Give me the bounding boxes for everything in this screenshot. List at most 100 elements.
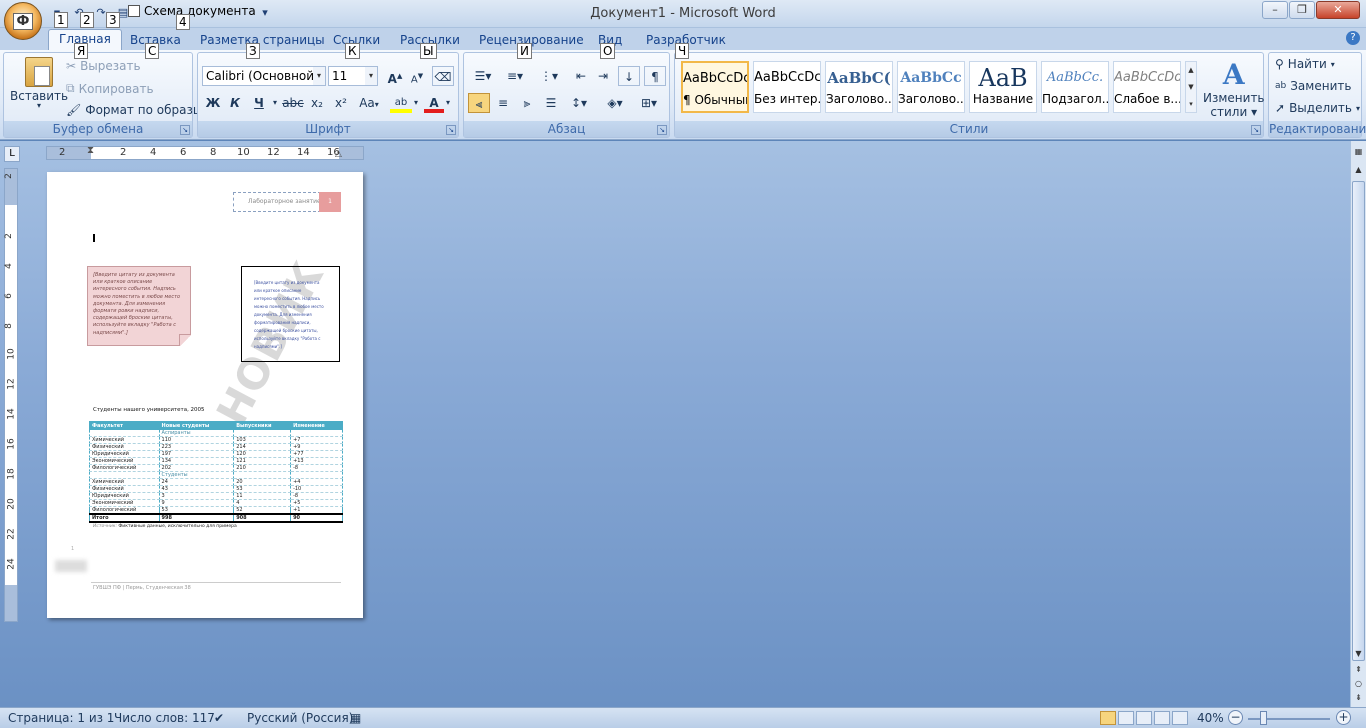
style-no-spacing[interactable]: AaBbCcDc Без интер... [753, 61, 821, 113]
font-size-combo[interactable]: 11 ▾ [328, 66, 378, 86]
zoom-level[interactable]: 40% [1197, 711, 1224, 725]
strikethrough-button[interactable]: abc [282, 93, 304, 113]
shrink-font-button[interactable]: A▼ [406, 66, 428, 86]
highlight-dropdown-icon[interactable]: ▾ [411, 93, 421, 113]
page-header[interactable]: Лабораторное занятие 1 1 [233, 192, 341, 212]
show-marks-button[interactable]: ¶ [644, 66, 666, 86]
style-subtle-emphasis[interactable]: AaBbCcDd Слабое в... [1113, 61, 1181, 113]
qat-keytip-1: 1 [54, 12, 68, 28]
subscript-button[interactable]: x₂ [306, 93, 328, 113]
close-button[interactable]: ✕ [1316, 1, 1360, 19]
shading-button[interactable]: ◈▾ [600, 93, 630, 113]
page-counter[interactable]: Страница: 1 из 1 [8, 711, 114, 725]
select-browse-object-icon[interactable]: ○ [1352, 679, 1365, 693]
style-subtitle[interactable]: AaBbCc. Подзагол... [1041, 61, 1109, 113]
multilevel-list-button[interactable]: ⋮▾ [534, 66, 564, 86]
tab-keytip-mailings: Ы [420, 43, 437, 59]
scrollbar-thumb[interactable] [1352, 181, 1365, 661]
prev-page-icon[interactable]: ⇞ [1352, 665, 1365, 679]
zoom-in-button[interactable]: + [1336, 710, 1351, 725]
align-center-button[interactable]: ≡ [492, 93, 514, 113]
qat-keytip-2: 2 [80, 12, 94, 28]
help-icon[interactable]: ? [1346, 31, 1360, 45]
numbering-button[interactable]: ≡▾ [500, 66, 530, 86]
draft-view-button[interactable] [1172, 711, 1188, 725]
paragraph-launcher-icon[interactable]: ↘ [657, 125, 667, 135]
style-heading-2[interactable]: AaBbCc Заголово... [897, 61, 965, 113]
table-cell: +13 [290, 457, 343, 465]
language-indicator[interactable]: Русский (Россия) [247, 711, 353, 725]
styles-gallery-scroll[interactable]: ▲ ▼ ▾ [1185, 61, 1197, 113]
full-screen-reading-button[interactable] [1118, 711, 1134, 725]
highlight-button[interactable]: ab [390, 93, 412, 113]
copy-button[interactable]: ⧉ Копировать [66, 81, 154, 96]
document-page[interactable]: Лабораторное занятие 1 1 НОВИК [Введите … [47, 172, 363, 618]
zoom-out-button[interactable]: − [1228, 710, 1243, 725]
bold-button[interactable]: Ж [202, 93, 224, 113]
style-normal[interactable]: AaBbCcDc ¶ Обычный [681, 61, 749, 113]
font-name-combo[interactable]: Calibri (Основной те ▾ [202, 66, 326, 86]
replace-button[interactable]: ab Заменить [1275, 79, 1351, 93]
scroll-up-icon[interactable]: ▲ [1352, 165, 1365, 179]
right-indent-marker-icon[interactable]: △ [335, 149, 342, 159]
justify-button[interactable]: ☰ [540, 93, 562, 113]
styles-launcher-icon[interactable]: ↘ [1251, 125, 1261, 135]
word-count[interactable]: Число слов: 117 [114, 711, 215, 725]
bullets-button[interactable]: ☰▾ [468, 66, 498, 86]
italic-button[interactable]: К [224, 93, 246, 113]
font-name-dropdown-icon[interactable]: ▾ [313, 67, 325, 85]
macro-record-icon[interactable]: ▦ [350, 711, 361, 725]
clipboard-launcher-icon[interactable]: ↘ [180, 125, 190, 135]
scissors-icon: ✂ [66, 59, 77, 73]
font-size-dropdown-icon[interactable]: ▾ [365, 67, 377, 85]
find-button[interactable]: ⚲ Найти ▾ [1275, 57, 1335, 71]
format-painter-button[interactable]: 🖌 Формат по образцу [66, 103, 208, 117]
quote-textbox-bordered[interactable]: [Введите цитату из документа или краткое… [241, 266, 340, 362]
style-heading-1[interactable]: AaBbC( Заголово... [825, 61, 893, 113]
tab-selector-button[interactable]: L [4, 146, 20, 162]
grow-font-button[interactable]: A▲ [384, 66, 406, 86]
style-title[interactable]: AaB Название [969, 61, 1037, 113]
clear-format-button[interactable]: ⌫ [432, 66, 454, 86]
font-color-button[interactable]: A [424, 93, 444, 113]
indent-marker-icon[interactable]: ⧗ [87, 145, 94, 156]
zoom-slider-thumb[interactable] [1260, 711, 1267, 725]
tab-page-layout[interactable]: Разметка страницы [200, 31, 325, 50]
vertical-ruler[interactable]: 2 2 4 6 8 10 12 14 16 18 20 22 24 [4, 168, 18, 622]
office-button[interactable]: Ф [4, 2, 42, 40]
outline-view-button[interactable] [1154, 711, 1170, 725]
next-page-icon[interactable]: ⇟ [1352, 693, 1365, 707]
ruler-v-tick: 2 [3, 233, 14, 239]
table-row: Юридический 3 11 -8 [89, 492, 343, 500]
paste-button[interactable]: Вставить ▾ [10, 57, 68, 110]
cut-button[interactable]: ✂ Вырезать [66, 59, 141, 73]
line-spacing-button[interactable]: ↕▾ [566, 93, 592, 113]
font-launcher-icon[interactable]: ↘ [446, 125, 456, 135]
align-right-button[interactable]: ⫸ [516, 93, 538, 113]
decrease-indent-button[interactable]: ⇤ [570, 66, 592, 86]
minimize-button[interactable]: – [1262, 1, 1288, 19]
view-ruler-icon[interactable]: ▦ [1352, 147, 1365, 161]
print-layout-view-button[interactable] [1100, 711, 1116, 725]
horizontal-ruler[interactable]: 2 2 4 6 8 10 12 14 16 ⧗ △ [46, 145, 364, 160]
font-color-dropdown-icon[interactable]: ▾ [443, 93, 453, 113]
quote-textbox-pink[interactable]: [Введите цитату из документа или краткое… [87, 266, 191, 346]
table-cell: +7 [290, 436, 343, 444]
table-cell: 90 [290, 513, 343, 523]
scroll-down-icon[interactable]: ▼ [1352, 649, 1365, 663]
maximize-button[interactable]: ❐ [1289, 1, 1315, 19]
students-table[interactable]: Факультет Новые студенты Выпускники Изме… [89, 421, 343, 523]
superscript-button[interactable]: x² [330, 93, 352, 113]
web-layout-button[interactable] [1136, 711, 1152, 725]
select-button[interactable]: ➚ Выделить ▾ [1275, 101, 1360, 115]
spellcheck-icon[interactable]: ✔ [214, 711, 224, 725]
sort-button[interactable]: ↓ [618, 66, 640, 86]
increase-indent-button[interactable]: ⇥ [592, 66, 614, 86]
change-case-button[interactable]: Aa▾ [356, 93, 382, 113]
align-left-button[interactable]: ⫷ [468, 93, 490, 113]
borders-button[interactable]: ⊞▾ [634, 93, 664, 113]
ruler-h-tick: 4 [150, 147, 157, 158]
title-bar: Ф ▪ ↶ ↷ ▤ 1 2 3 4 Схема документа ▾ Доку… [0, 0, 1366, 40]
change-styles-button[interactable]: A Изменить стили ▾ [1203, 59, 1265, 120]
vertical-scrollbar[interactable]: ▦ ▲ ▼ ⇞ ○ ⇟ [1350, 141, 1366, 707]
